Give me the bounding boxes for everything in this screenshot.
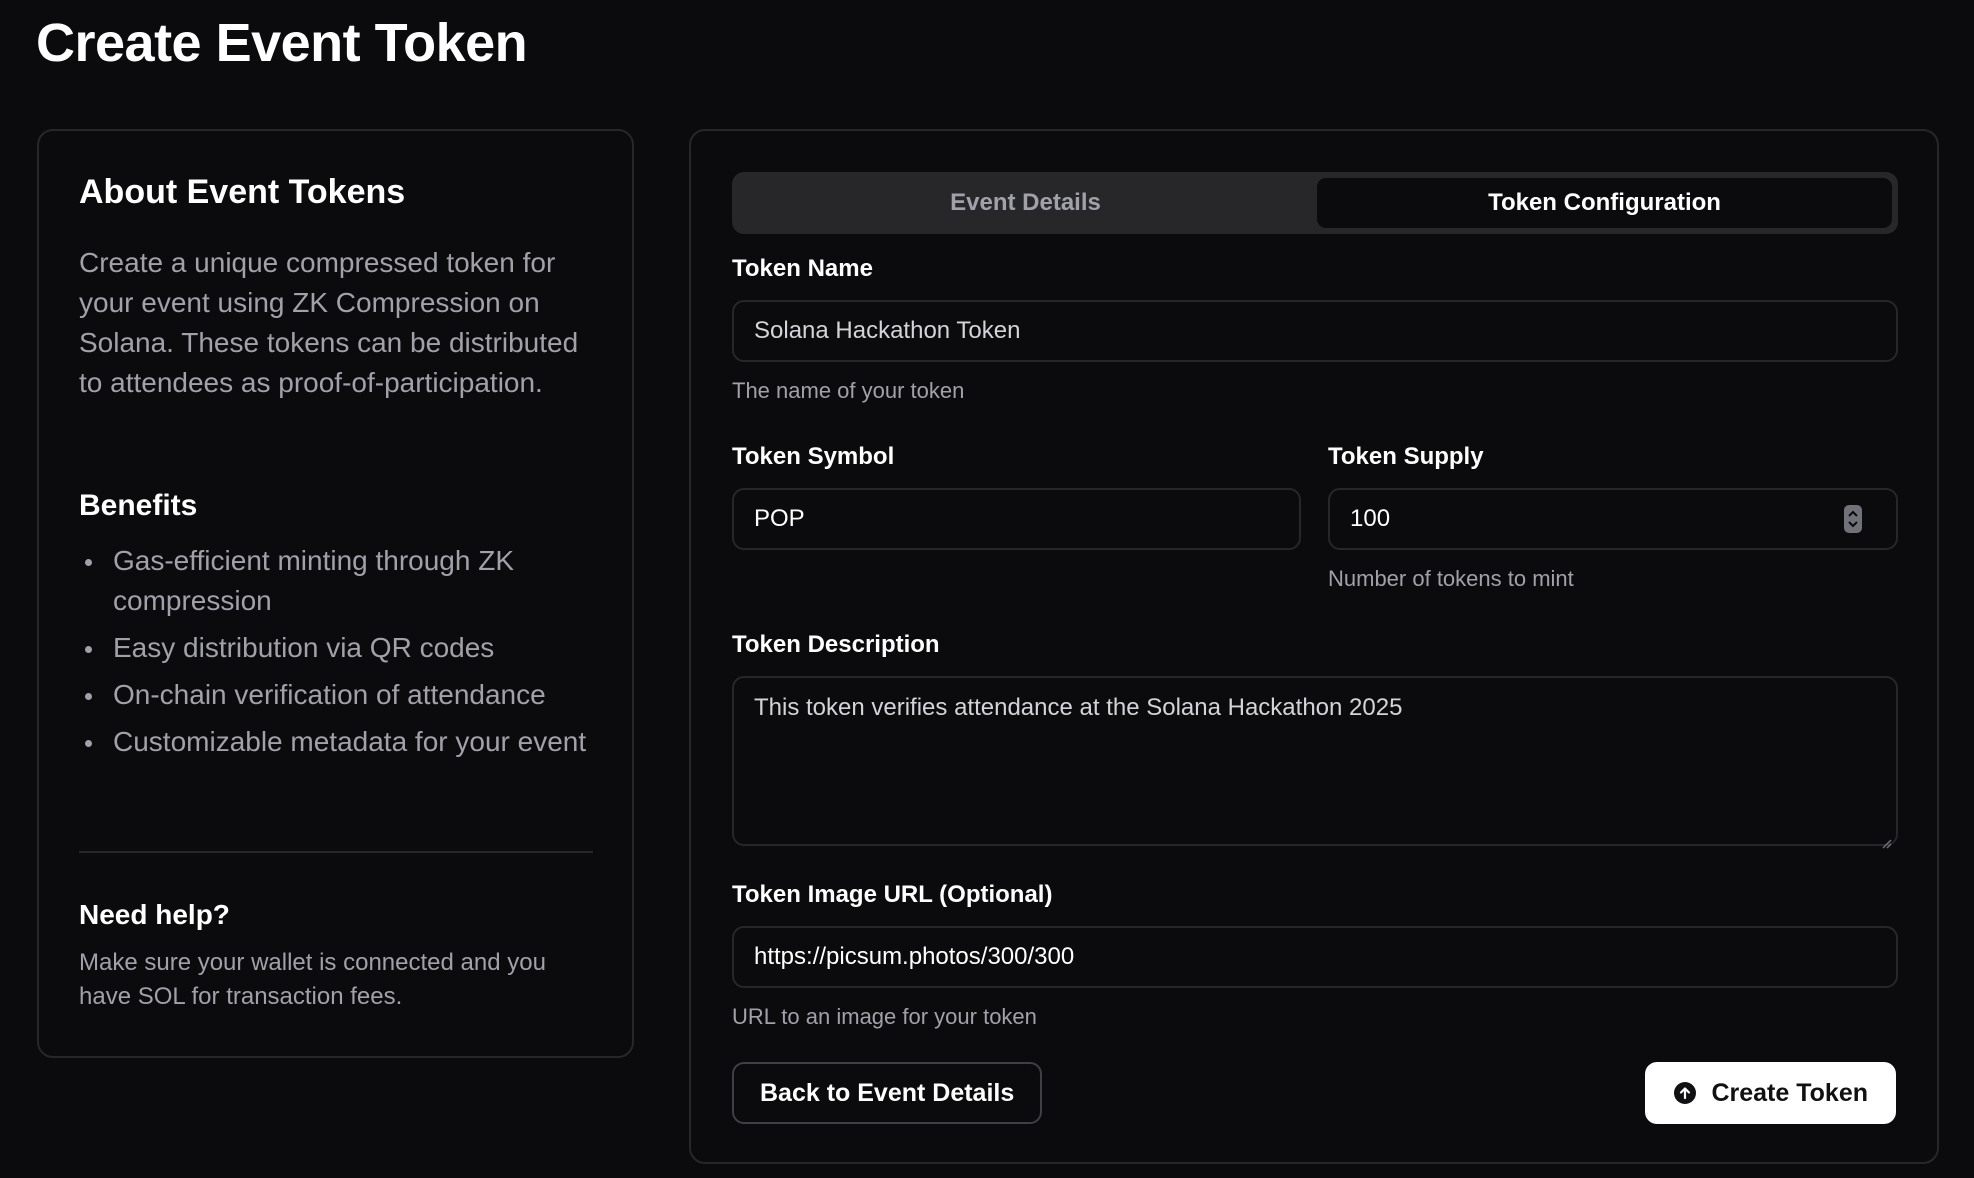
token-image-url-input[interactable]: https://picsum.photos/300/300 <box>732 926 1898 988</box>
token-symbol-value: POP <box>754 505 805 532</box>
token-supply-value: 100 <box>1350 505 1391 532</box>
help-title: Need help? <box>79 899 230 930</box>
tab-event-details[interactable]: Event Details <box>738 178 1313 228</box>
benefit-item: Customizable metadata for your event <box>79 722 599 762</box>
token-name-input[interactable]: Solana Hackathon Token <box>732 300 1898 362</box>
divider <box>79 851 593 853</box>
create-token-label: Create Token <box>1711 1078 1868 1107</box>
token-image-label: Token Image URL (Optional) <box>732 881 1053 908</box>
about-title: About Event Tokens <box>79 173 406 211</box>
benefit-item: Gas-efficient minting through ZK compres… <box>79 541 599 621</box>
benefit-item: Easy distribution via QR codes <box>79 628 599 668</box>
token-form-card: Event Details Token Configuration Token … <box>689 129 1939 1164</box>
token-supply-input[interactable]: 100 <box>1328 488 1898 550</box>
token-image-hint: URL to an image for your token <box>732 1004 1037 1029</box>
token-name-label: Token Name <box>732 255 873 282</box>
benefits-list: Gas-efficient minting through ZK compres… <box>79 541 599 769</box>
resize-handle-icon[interactable] <box>1880 828 1892 849</box>
token-supply-hint: Number of tokens to mint <box>1328 566 1574 591</box>
tab-token-configuration[interactable]: Token Configuration <box>1317 178 1892 228</box>
token-name-hint: The name of your token <box>732 378 965 403</box>
about-description: Create a unique compressed token for you… <box>79 247 579 398</box>
benefits-title: Benefits <box>79 489 198 522</box>
benefit-item: On-chain verification of attendance <box>79 675 599 715</box>
token-description-value: This token verifies attendance at the So… <box>754 694 1403 721</box>
help-text: Make sure your wallet is connected and y… <box>79 949 546 1010</box>
tab-list: Event Details Token Configuration <box>732 172 1898 234</box>
token-symbol-input[interactable]: POP <box>732 488 1301 550</box>
token-description-textarea[interactable]: This token verifies attendance at the So… <box>732 676 1898 849</box>
token-image-url-value: https://picsum.photos/300/300 <box>754 943 1075 970</box>
about-card: About Event Tokens Create a unique compr… <box>37 129 634 1058</box>
back-to-event-details-button[interactable]: Back to Event Details <box>732 1062 1043 1124</box>
page-title: Create Event Token <box>36 13 528 73</box>
token-description-label: Token Description <box>732 631 940 658</box>
arrow-up-circle-icon <box>1673 1081 1697 1105</box>
create-token-button[interactable]: Create Token <box>1645 1062 1896 1124</box>
page: Create Event Token About Event Tokens Cr… <box>0 0 1974 1178</box>
token-name-value: Solana Hackathon Token <box>754 317 1021 344</box>
token-symbol-label: Token Symbol <box>732 443 895 470</box>
number-stepper-icon[interactable] <box>1844 505 1862 533</box>
token-supply-label: Token Supply <box>1328 443 1484 470</box>
